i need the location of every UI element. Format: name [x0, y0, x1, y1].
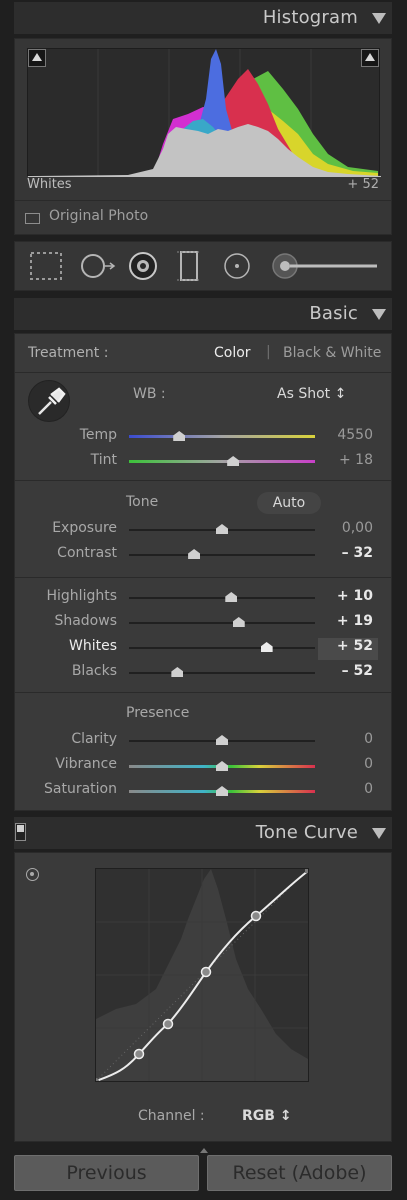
previous-button[interactable]: Previous	[14, 1155, 199, 1191]
temp-slider[interactable]	[129, 431, 315, 441]
tint-value[interactable]: + 18	[313, 452, 373, 468]
whites-label: Whites	[68, 638, 117, 654]
shadows-slider[interactable]	[129, 617, 315, 627]
histogram-header[interactable]: Histogram	[14, 2, 392, 34]
histogram-chart	[28, 49, 381, 177]
divider	[15, 200, 391, 201]
shadows-value[interactable]: + 19	[313, 613, 373, 629]
temp-value[interactable]: 4550	[313, 427, 373, 443]
vibrance-slider[interactable]	[129, 761, 315, 771]
blacks-value[interactable]: – 52	[313, 663, 373, 679]
spot-removal-icon[interactable]	[81, 254, 116, 278]
histogram-info-value: + 52	[347, 177, 379, 192]
tone-curve-panel: Channel : RGB ↕	[14, 852, 392, 1142]
wb-select[interactable]: As Shot ↕	[277, 386, 346, 402]
channel-select[interactable]: RGB ↕	[242, 1108, 292, 1124]
shadows-label: Shadows	[54, 613, 117, 629]
contrast-slider[interactable]	[129, 549, 315, 559]
tone-label: Tone	[126, 494, 159, 510]
basic-panel: Treatment : Color | Black & White WB : A…	[14, 333, 392, 811]
highlights-slider[interactable]	[129, 592, 315, 602]
clarity-label: Clarity	[71, 731, 117, 747]
treatment-separator: |	[266, 344, 271, 360]
histogram-graph	[27, 48, 381, 177]
exposure-slider[interactable]	[129, 524, 315, 534]
basic-title: Basic	[309, 303, 358, 324]
presence-label: Presence	[126, 705, 190, 721]
temp-slider-thumb[interactable]	[173, 431, 186, 441]
treatment-label: Treatment :	[28, 345, 109, 361]
whites-slider[interactable]	[129, 642, 315, 652]
divider	[15, 692, 391, 693]
whites-slider-thumb[interactable]	[260, 642, 273, 652]
adjustment-brush-icon[interactable]	[272, 253, 377, 279]
highlights-label: Highlights	[46, 588, 118, 604]
saturation-label: Saturation	[44, 781, 117, 797]
panel-toggle-switch[interactable]	[15, 823, 26, 841]
highlight-clipping-button[interactable]	[361, 49, 379, 67]
crop-overlay-icon[interactable]	[30, 252, 62, 280]
tone-curve-chart	[93, 868, 309, 1084]
reset-button[interactable]: Reset (Adobe)	[207, 1155, 392, 1191]
auto-tone-button[interactable]: Auto	[257, 492, 321, 514]
exposure-label: Exposure	[52, 520, 117, 536]
wb-eyedropper-button[interactable]	[28, 380, 70, 422]
contrast-label: Contrast	[57, 545, 117, 561]
tint-slider[interactable]	[129, 456, 315, 466]
highlights-value[interactable]: + 10	[313, 588, 373, 604]
blacks-slider-thumb[interactable]	[171, 667, 184, 677]
contrast-value[interactable]: – 32	[313, 545, 373, 561]
clarity-value[interactable]: 0	[313, 731, 373, 747]
vibrance-slider-thumb[interactable]	[216, 761, 228, 771]
red-eye-icon[interactable]	[129, 252, 157, 280]
divider	[15, 480, 391, 481]
panel-end-marker-icon	[200, 1148, 208, 1153]
vibrance-value[interactable]: 0	[313, 756, 373, 772]
treatment-bw-option[interactable]: Black & White	[283, 345, 381, 361]
histogram-panel: Whites + 52 Original Photo	[14, 38, 392, 235]
vibrance-label: Vibrance	[55, 756, 117, 772]
channel-label: Channel :	[138, 1108, 205, 1124]
whites-value[interactable]: + 52	[313, 638, 373, 654]
collapse-triangle-icon[interactable]	[372, 309, 386, 320]
clarity-slider[interactable]	[129, 735, 315, 745]
tone-curve-title: Tone Curve	[255, 822, 358, 843]
saturation-slider[interactable]	[129, 786, 315, 796]
divider	[15, 372, 391, 373]
divider	[15, 577, 391, 578]
exposure-slider-thumb[interactable]	[216, 524, 228, 534]
saturation-slider-thumb[interactable]	[216, 786, 228, 796]
graduated-filter-icon[interactable]	[177, 251, 201, 281]
radial-filter-icon[interactable]	[224, 253, 250, 279]
collapse-triangle-icon[interactable]	[372, 13, 386, 24]
develop-tool-strip	[14, 241, 392, 291]
blacks-slider[interactable]	[129, 667, 315, 677]
tint-slider-thumb[interactable]	[227, 456, 240, 466]
histogram-info-label: Whites	[27, 177, 72, 192]
eyedropper-icon	[38, 387, 66, 415]
shadows-slider-thumb[interactable]	[232, 617, 245, 627]
clarity-slider-thumb[interactable]	[216, 735, 228, 745]
shadow-clipping-button[interactable]	[28, 49, 46, 67]
original-photo-checkbox[interactable]	[25, 213, 40, 224]
original-photo-label: Original Photo	[49, 208, 149, 224]
collapse-triangle-icon[interactable]	[372, 828, 386, 839]
contrast-slider-thumb[interactable]	[188, 549, 201, 559]
treatment-color-option[interactable]: Color	[214, 345, 251, 361]
basic-header[interactable]: Basic	[14, 298, 392, 330]
blacks-label: Blacks	[71, 663, 117, 679]
wb-label: WB :	[133, 386, 166, 402]
highlights-slider-thumb[interactable]	[225, 592, 238, 602]
histogram-title: Histogram	[262, 7, 358, 28]
tone-curve-graph[interactable]	[93, 868, 309, 1084]
target-adjustment-icon[interactable]	[26, 868, 39, 881]
saturation-value[interactable]: 0	[313, 781, 373, 797]
exposure-value[interactable]: 0,00	[313, 520, 373, 536]
tint-label: Tint	[90, 452, 117, 468]
tone-curve-header[interactable]: Tone Curve	[14, 817, 392, 849]
temp-label: Temp	[79, 427, 117, 443]
